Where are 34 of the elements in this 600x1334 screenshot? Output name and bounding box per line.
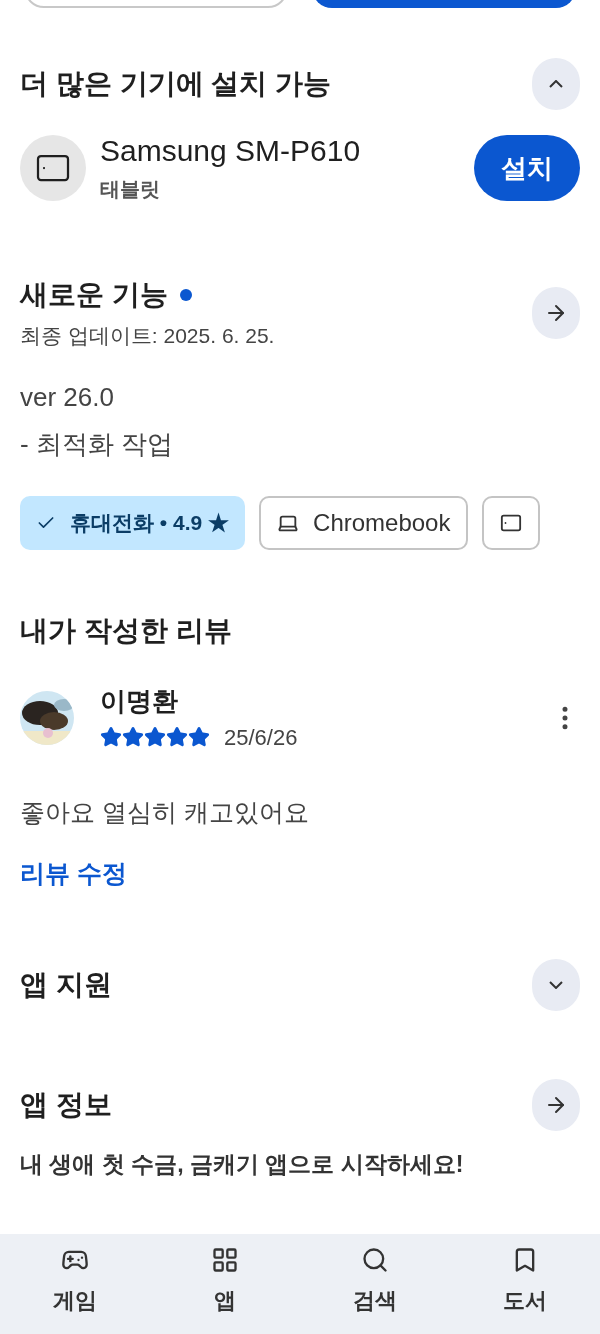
section-title: 내가 작성한 리뷰 [20, 613, 233, 648]
release-note: ver 26.0 [20, 380, 115, 414]
nav-tab[interactable]: 도서 [450, 1246, 600, 1334]
review-text: 좋아요 열심히 캐고있어요 [20, 796, 310, 828]
device-name: Samsung SM-P610 [100, 133, 362, 169]
section-title: 앱 지원 [20, 967, 112, 1002]
section-title: 앱 정보 [20, 1087, 112, 1122]
star-icon [144, 726, 166, 748]
open-button[interactable] [532, 1078, 580, 1131]
search-icon [361, 1246, 389, 1274]
star-icon [100, 726, 122, 748]
nav-tab[interactable]: 검색 [300, 1246, 450, 1334]
section-title: 더 많은 기기에 설치 가능 [20, 67, 332, 101]
device-type: 태블릿 [100, 177, 161, 202]
app-description: 내 생애 첫 수금, 금캐기 앱으로 시작하세요! [20, 1149, 465, 1179]
star-icon [166, 726, 188, 748]
nav-tab[interactable]: 앱 [150, 1246, 300, 1334]
section-title: 새로운 기능 [20, 278, 168, 312]
open-button[interactable] [532, 286, 580, 339]
device-chip[interactable]: Chromebook [259, 495, 469, 550]
install-button[interactable]: 설치 [474, 135, 580, 201]
chevron-up-icon [549, 80, 563, 88]
review-date: 25/6/26 [224, 723, 298, 752]
device-chip[interactable]: 휴대전화 • 4.9 ★ [20, 495, 246, 550]
device-chip[interactable] [482, 495, 541, 550]
last-updated: 최종 업데이트: 2025. 6. 25. [20, 323, 275, 349]
nav-tab[interactable]: 게임 [0, 1246, 150, 1334]
release-note: - 최적화 작업 [20, 427, 175, 461]
reviewer-name: 이명환 [100, 684, 179, 718]
edit-review-link[interactable]: 리뷰 수정 [20, 859, 127, 887]
chevron-down-icon [549, 980, 563, 989]
star-icon [122, 726, 144, 748]
star-icon [188, 726, 210, 748]
grid-icon [211, 1246, 239, 1274]
